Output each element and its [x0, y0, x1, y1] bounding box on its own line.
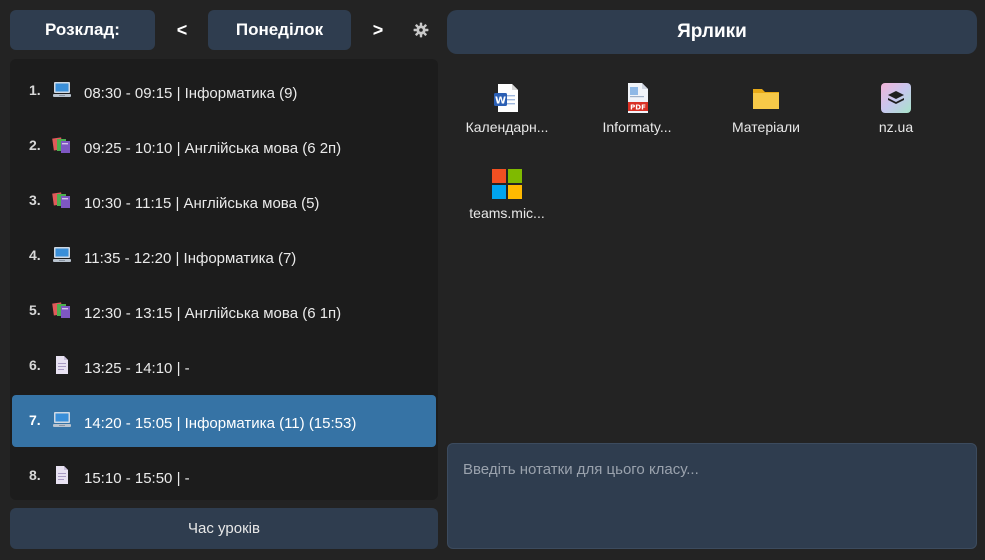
shortcut-item[interactable]: teams.mic... [452, 168, 562, 228]
prev-day-button[interactable]: < [166, 10, 198, 50]
lesson-text: 12:30 - 13:15 | Англійська мова (6 1п) [84, 305, 342, 322]
shortcut-label: Календарн... [465, 119, 549, 135]
schedule-label: Розклад: [10, 10, 155, 50]
notes-input[interactable] [447, 443, 977, 549]
shortcut-label: nz.ua [878, 119, 914, 135]
shortcut-label: Informaty... [602, 119, 672, 135]
lesson-number: 2. [29, 137, 41, 153]
pdf-icon: PDF [621, 82, 653, 114]
lesson-number: 8. [29, 467, 41, 483]
lesson-number: 1. [29, 82, 41, 98]
lesson-row[interactable]: 2. 09:25 - 10:10 | Англійська мова (6 2п) [12, 120, 436, 172]
settings-button[interactable] [405, 10, 437, 50]
lesson-text: 15:10 - 15:50 | - [84, 470, 190, 487]
shortcut-label: Матеріали [731, 119, 800, 135]
word-doc-icon: W [491, 82, 523, 114]
shortcut-label: teams.mic... [469, 205, 545, 221]
lesson-text: 10:30 - 11:15 | Англійська мова (5) [84, 195, 320, 212]
svg-text:W: W [495, 96, 506, 107]
shortcut-item[interactable]: W Календарн... [452, 82, 562, 142]
lesson-row[interactable]: 3. 10:30 - 11:15 | Англійська мова (5) [12, 175, 436, 227]
shortcut-item[interactable]: Матеріали [711, 82, 821, 142]
document-icon [52, 465, 72, 485]
lesson-row[interactable]: 5. 12:30 - 13:15 | Англійська мова (6 1п) [12, 285, 436, 337]
lesson-number: 5. [29, 302, 41, 318]
lesson-row[interactable]: 7. 14:20 - 15:05 | Інформатика (11) (15:5… [12, 395, 436, 447]
svg-text:PDF: PDF [630, 104, 646, 112]
lesson-text: 09:25 - 10:10 | Англійська мова (6 2п) [84, 140, 342, 157]
books-icon [52, 300, 72, 320]
books-icon [52, 135, 72, 155]
lesson-text: 11:35 - 12:20 | Інформатика (7) [84, 250, 297, 267]
shortcut-item[interactable]: PDF Informaty... [582, 82, 692, 142]
lesson-text: 08:30 - 09:15 | Інформатика (9) [84, 85, 298, 102]
shortcuts-title: Ярлики [447, 10, 977, 54]
gear-icon [413, 22, 429, 38]
books-icon [52, 190, 72, 210]
lesson-number: 3. [29, 192, 41, 208]
folder-icon [750, 82, 782, 114]
lesson-row[interactable]: 4. 11:35 - 12:20 | Інформатика (7) [12, 230, 436, 282]
computer-icon [52, 410, 72, 430]
day-selector[interactable]: Понеділок [208, 10, 351, 50]
shortcut-item[interactable]: nz.ua [841, 82, 951, 142]
lesson-row[interactable]: 6. 13:25 - 14:10 | - [12, 340, 436, 392]
lesson-row[interactable]: 8. 15:10 - 15:50 | - [12, 450, 436, 500]
lesson-number: 6. [29, 357, 41, 373]
lesson-text: 13:25 - 14:10 | - [84, 360, 190, 377]
next-day-button[interactable]: > [362, 10, 394, 50]
lesson-text: 14:20 - 15:05 | Інформатика (11) (15:53) [84, 415, 357, 432]
computer-icon [52, 245, 72, 265]
lesson-number: 7. [29, 412, 41, 428]
microsoft-logo-icon [491, 168, 523, 200]
lesson-times-button[interactable]: Час уроків [10, 508, 438, 549]
computer-icon [52, 80, 72, 100]
lesson-number: 4. [29, 247, 41, 263]
document-icon [52, 355, 72, 375]
lesson-list: 1. 08:30 - 09:15 | Інформатика (9) 2. 09:25… [10, 59, 438, 500]
nz-ua-icon [880, 82, 912, 114]
lesson-row[interactable]: 1. 08:30 - 09:15 | Інформатика (9) [12, 65, 436, 117]
